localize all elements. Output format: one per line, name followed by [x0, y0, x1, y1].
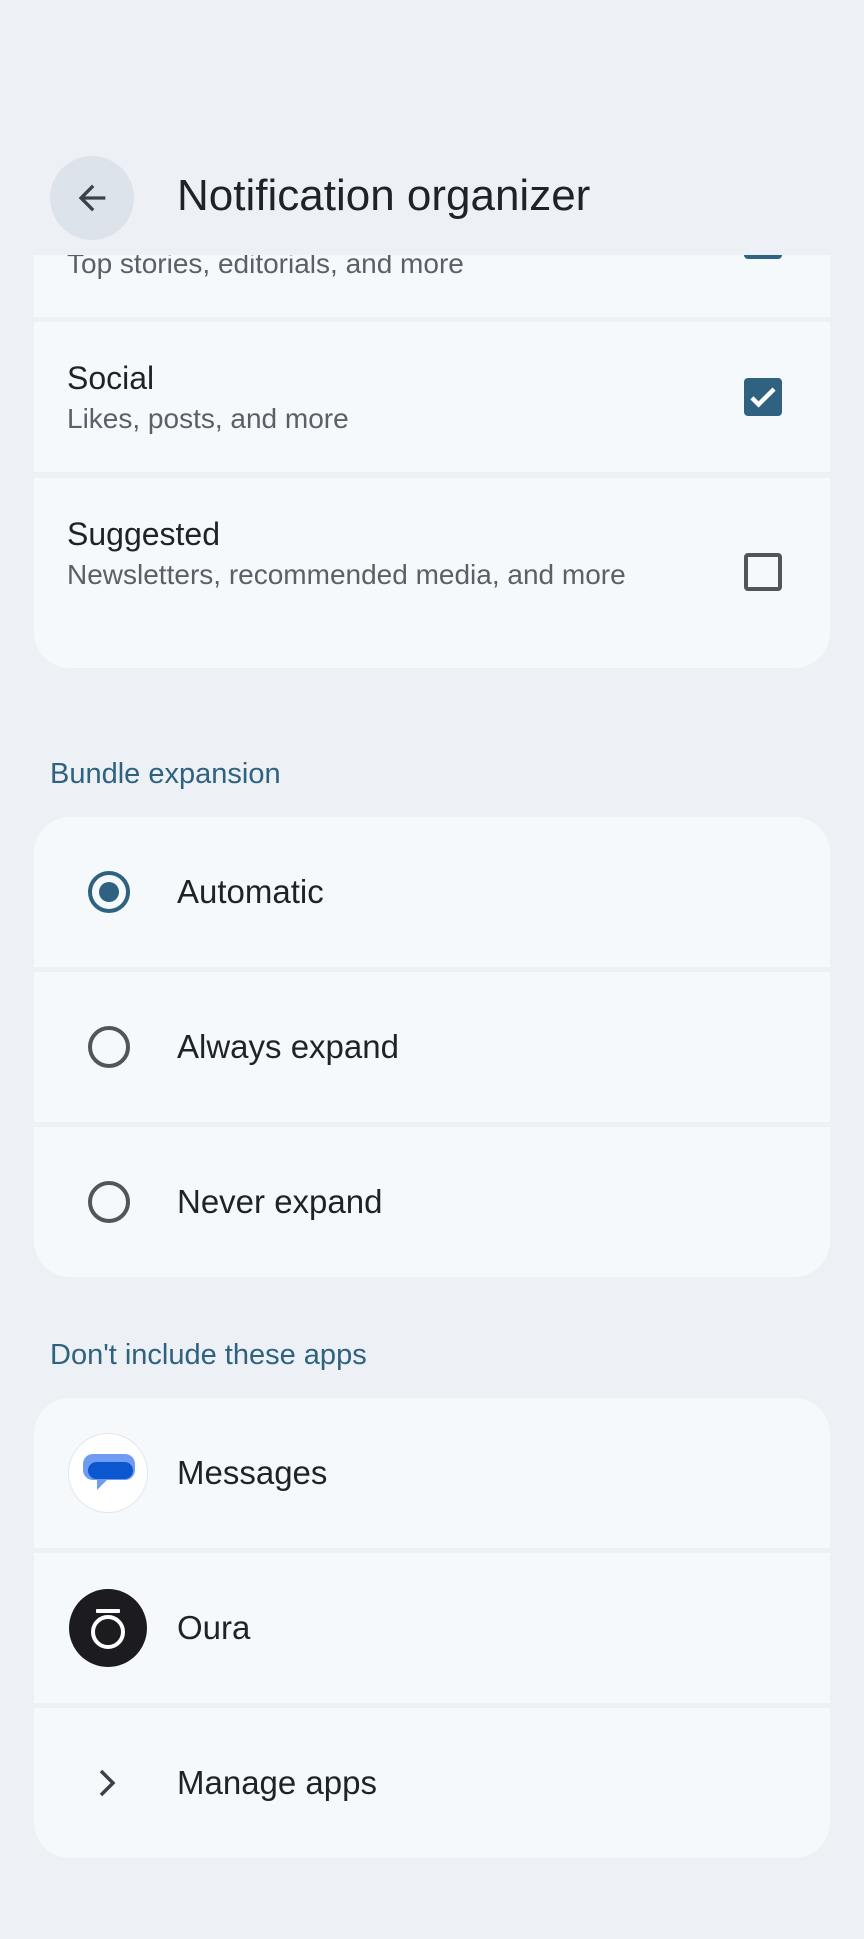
top-app-bar: Notification organizer	[0, 0, 864, 255]
radio-option-label: Always expand	[177, 1028, 399, 1065]
excluded-app-messages[interactable]: Messages	[34, 1398, 830, 1548]
radio-option-automatic[interactable]: Automatic	[34, 817, 830, 967]
excluded-app-oura[interactable]: Oura	[34, 1553, 830, 1703]
radio-option-label: Automatic	[177, 873, 324, 910]
radio-button[interactable]	[88, 871, 130, 913]
radio-button[interactable]	[88, 1181, 130, 1223]
section-header-bundle-expansion: Bundle expansion	[50, 758, 281, 790]
arrow-left-icon	[78, 184, 106, 212]
category-title: Suggested	[67, 516, 221, 552]
manage-apps-label: Manage apps	[177, 1764, 377, 1801]
radio-option-never-expand[interactable]: Never expand	[34, 1127, 830, 1277]
check-icon	[750, 387, 776, 408]
category-title: Social	[67, 360, 155, 396]
app-name: Messages	[177, 1454, 328, 1491]
category-checkbox[interactable]	[744, 553, 782, 591]
page-title: Notification organizer	[177, 171, 591, 220]
category-item-suggested[interactable]: Suggested Newsletters, recommended media…	[34, 478, 830, 668]
radio-option-always-expand[interactable]: Always expand	[34, 972, 830, 1122]
category-subtitle: Likes, posts, and more	[67, 403, 349, 434]
section-header-excluded-apps: Don't include these apps	[50, 1339, 367, 1371]
messages-app-icon	[69, 1434, 147, 1512]
manage-apps-item[interactable]: Manage apps	[34, 1708, 830, 1858]
radio-button[interactable]	[88, 1026, 130, 1068]
chevron-right-icon	[99, 1769, 116, 1797]
category-subtitle: Newsletters, recommended media, and more	[67, 559, 626, 590]
app-name: Oura	[177, 1609, 251, 1646]
radio-option-label: Never expand	[177, 1183, 383, 1220]
oura-app-icon	[69, 1589, 147, 1667]
back-button[interactable]	[50, 156, 134, 240]
category-checkbox[interactable]	[744, 378, 782, 416]
category-item-social[interactable]: Social Likes, posts, and more	[34, 322, 830, 472]
radio-selected-dot	[99, 882, 119, 902]
